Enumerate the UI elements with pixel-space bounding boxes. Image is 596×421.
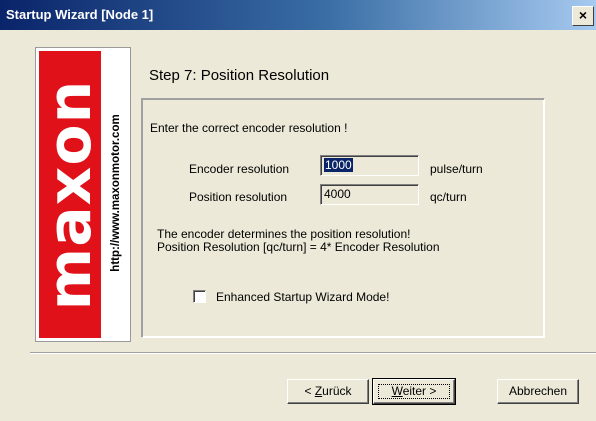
back-button-label: < Zurück [304,384,352,398]
position-resolution-label: Position resolution [189,190,288,204]
enhanced-mode-label[interactable]: Enhanced Startup Wizard Mode! [216,290,389,304]
maxon-logo-panel: maxon http://www.maxonmotor.com [35,47,131,342]
title-bar[interactable]: Startup Wizard [Node 1] × [0,0,596,30]
cancel-button-label: Abbrechen [508,384,568,398]
info-text-line-2: Position Resolution [qc/turn] = 4* Encod… [157,240,440,254]
position-resolution-value: 4000 [324,187,351,201]
position-resolution-unit: qc/turn [430,190,467,204]
back-button[interactable]: < Zurück [287,379,369,404]
position-resolution-input[interactable]: 4000 [320,184,419,205]
encoder-resolution-unit: pulse/turn [430,162,483,176]
button-separator [30,352,596,354]
enhanced-mode-checkbox[interactable] [193,290,206,303]
logo-red-stripe: maxon [35,51,105,338]
next-button[interactable]: Weiter > [372,378,456,405]
step-title: Step 7: Position Resolution [149,67,330,84]
encoder-resolution-label: Encoder resolution [189,162,290,176]
info-text-line-1: The encoder determines the position reso… [157,227,411,241]
encoder-resolution-value: 1000 [324,158,353,172]
maxon-logo: maxon [35,79,105,311]
cancel-button[interactable]: Abbrechen [497,379,579,404]
encoder-resolution-input[interactable]: 1000 [320,155,419,176]
window-title: Startup Wizard [Node 1] [6,7,154,22]
close-icon: × [578,7,588,23]
next-button-label: Weiter > [391,384,437,398]
close-button[interactable]: × [572,6,594,26]
instruction-text: Enter the correct encoder resolution ! [150,121,348,135]
logo-url: http://www.maxonmotor.com [110,114,122,272]
wizard-window: Startup Wizard [Node 1] × maxon http://w… [0,0,596,421]
